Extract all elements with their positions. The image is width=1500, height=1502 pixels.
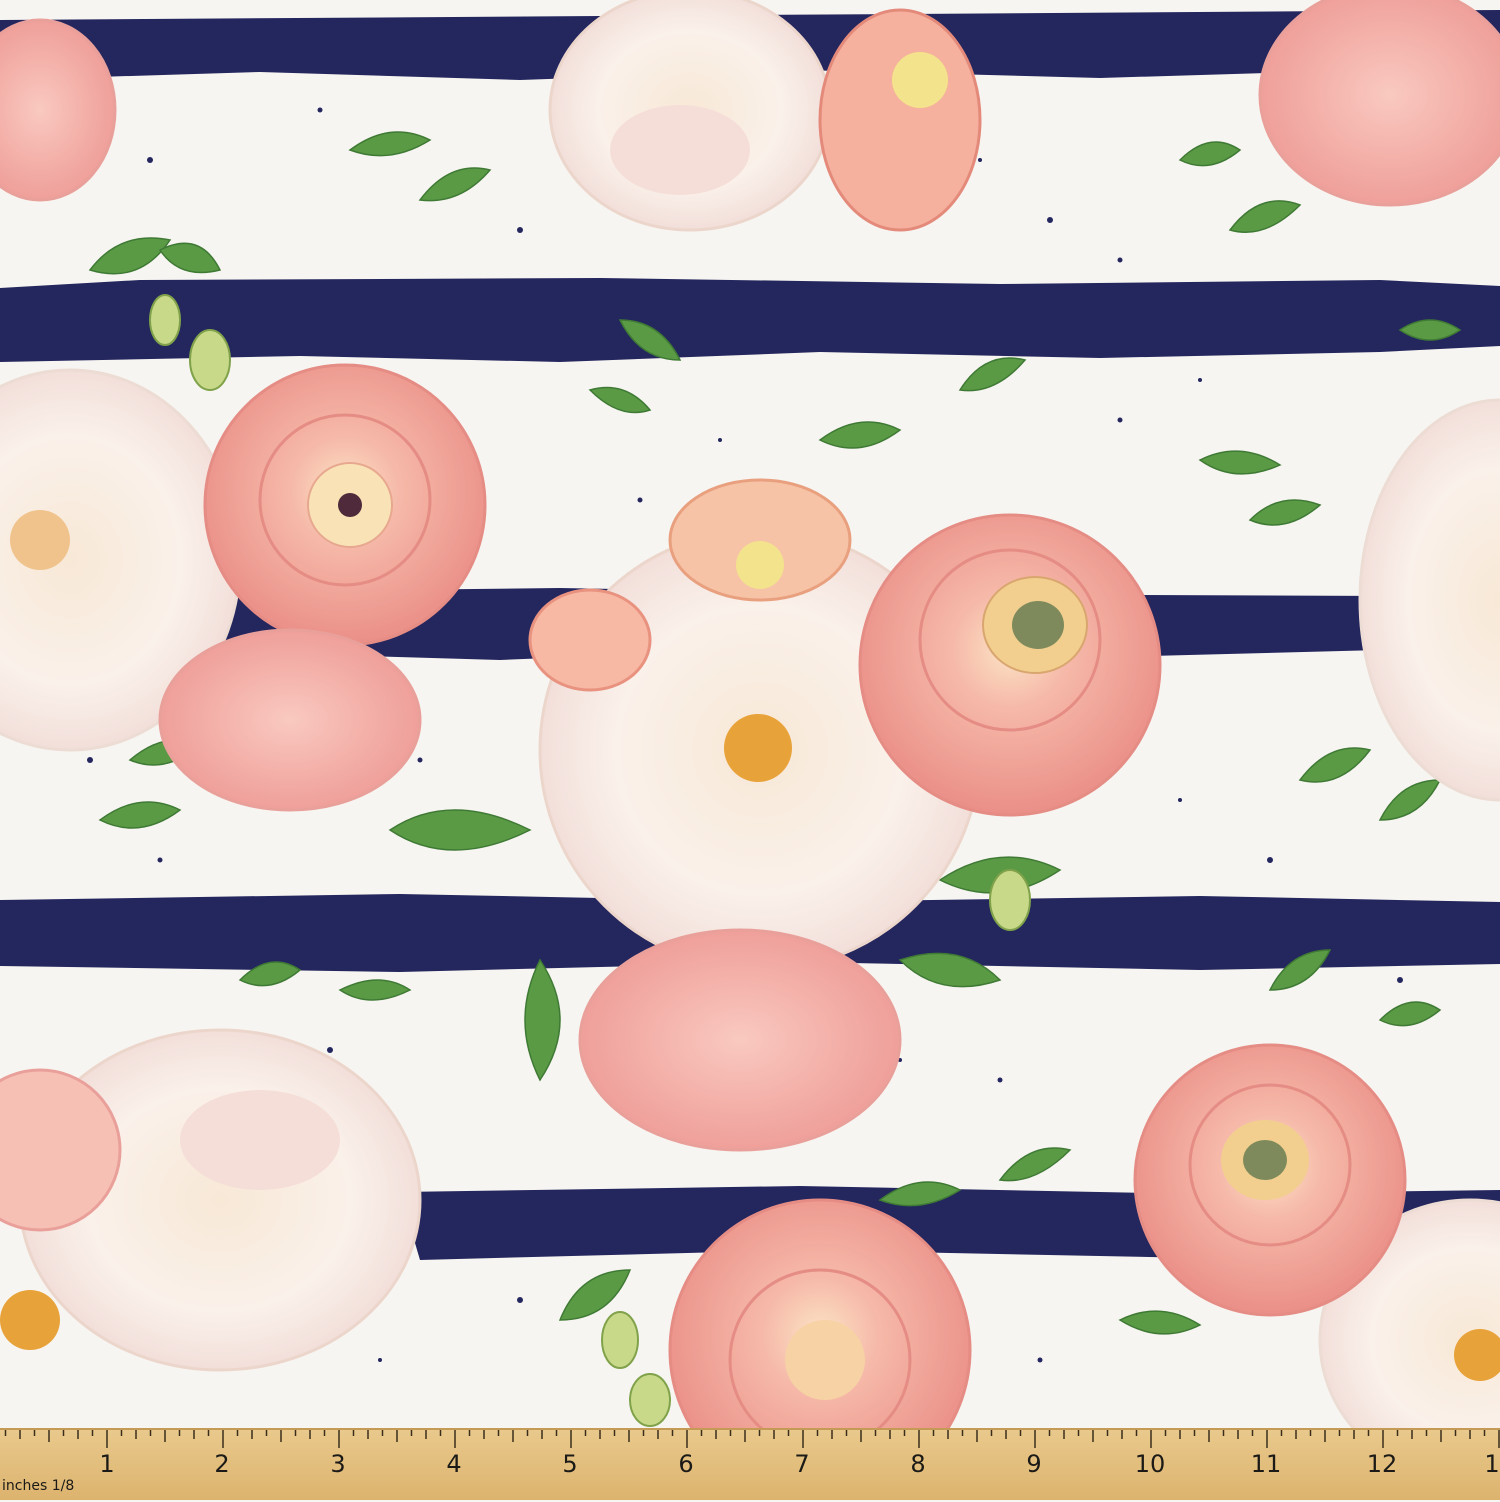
- ruler-number: 6: [678, 1450, 694, 1478]
- dahlia-center-eye: [724, 714, 792, 782]
- pink-rose-center-lower: [578, 928, 902, 1152]
- ruler-unit-label: inches 1/8: [2, 1478, 75, 1494]
- ruler-number: 11: [1250, 1450, 1282, 1478]
- pink-rose-left-lower: [158, 628, 422, 812]
- ruler-number: 5: [562, 1450, 578, 1478]
- ruler-number: 1: [1484, 1450, 1500, 1478]
- ruler-number: 9: [1026, 1450, 1042, 1478]
- ruler-number: 7: [794, 1450, 810, 1478]
- ruler-number: 1: [99, 1450, 115, 1478]
- ruler-number: 2: [214, 1450, 230, 1478]
- ruler-number: 3: [330, 1450, 346, 1478]
- sweet-pea-top: [818, 8, 982, 232]
- ruler-number: 4: [446, 1450, 462, 1478]
- ruler-number: 10: [1134, 1450, 1166, 1478]
- measuring-ruler: inches 1/8 1 2 3 4 5 6 7 8 9 10 11 12 1: [0, 1428, 1500, 1500]
- ruler-number: 12: [1366, 1450, 1398, 1478]
- floral-fabric-pattern: [0, 0, 1500, 1500]
- ruler-number: 8: [910, 1450, 926, 1478]
